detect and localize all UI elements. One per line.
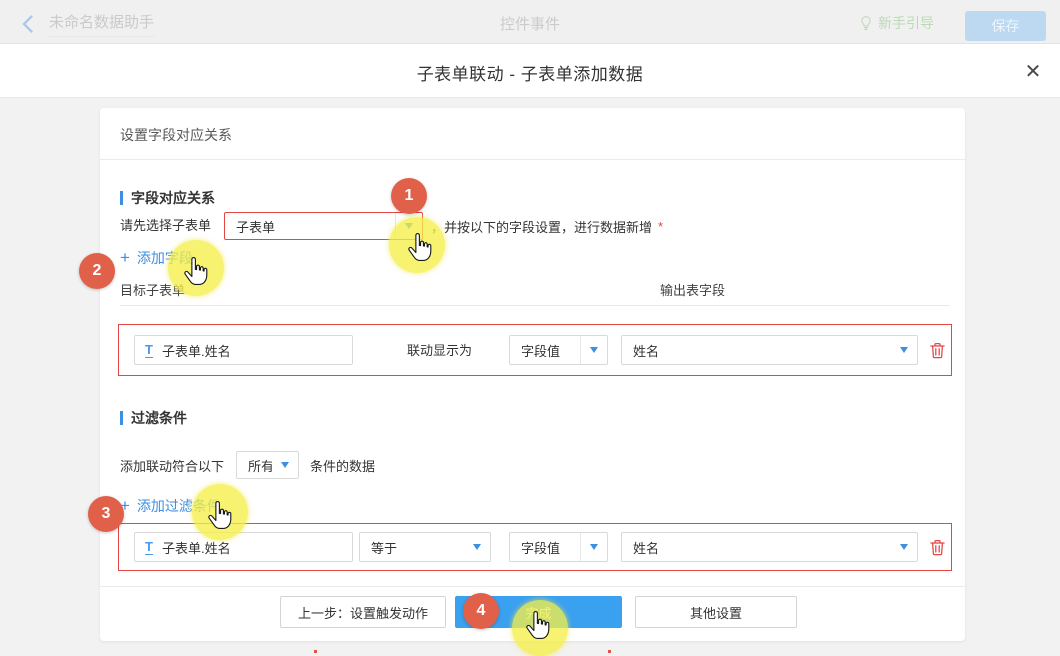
chevron-down-icon bbox=[900, 544, 908, 550]
filter-condition-row: T 子表单.姓名 等于 字段值 姓名 bbox=[118, 523, 952, 571]
chevron-down-icon bbox=[473, 544, 481, 550]
section-filter-conditions: 过滤条件 bbox=[120, 408, 187, 428]
chevron-down-icon bbox=[590, 544, 598, 550]
select-divider bbox=[580, 533, 581, 561]
subform-select[interactable]: 子表单 bbox=[224, 212, 423, 240]
filter-field-value: 子表单.姓名 bbox=[162, 538, 231, 557]
other-settings-button[interactable]: 其他设置 bbox=[635, 596, 797, 628]
guide-link[interactable]: 新手引导 bbox=[859, 13, 934, 33]
subform-select-label: 请先选择子表单 bbox=[120, 212, 211, 240]
screen: 未命名数据助手 控件事件 新手引导 保存 子表单联动 - 子表单添加数据 ✕ 设… bbox=[0, 0, 1060, 656]
previous-step-button[interactable]: 上一步：设置触发动作 bbox=[280, 596, 446, 628]
section-title-label: 字段对应关系 bbox=[131, 188, 215, 208]
modal-header: 子表单联动 - 子表单添加数据 ✕ bbox=[0, 44, 1060, 98]
target-field-input[interactable]: T 子表单.姓名 bbox=[134, 335, 353, 365]
section-title-label: 过滤条件 bbox=[131, 408, 187, 428]
column-target-subform: 目标子表单 bbox=[120, 280, 185, 299]
guide-label: 新手引导 bbox=[878, 13, 934, 33]
modal-close-button[interactable]: ✕ bbox=[1018, 57, 1048, 87]
lightbulb-icon bbox=[859, 15, 873, 32]
target-field-value: 子表单.姓名 bbox=[162, 341, 231, 360]
text-field-type-icon: T bbox=[145, 540, 153, 555]
filter-value-type-value: 字段值 bbox=[510, 538, 580, 557]
operator-value: 等于 bbox=[360, 538, 464, 557]
chevron-down-icon bbox=[900, 347, 908, 353]
card-header-label: 设置字段对应关系 bbox=[120, 127, 232, 143]
value-type-select[interactable]: 字段值 bbox=[509, 335, 608, 365]
subform-select-row: 请先选择子表单 子表单 ，并按以下的字段设置，进行数据新增 * bbox=[120, 212, 663, 240]
field-mapping-row: T 子表单.姓名 联动显示为 字段值 姓名 bbox=[118, 324, 952, 376]
close-icon: ✕ bbox=[1025, 61, 1042, 83]
output-field-value: 姓名 bbox=[622, 341, 891, 360]
done-button[interactable]: 完成 bbox=[455, 596, 622, 628]
match-mode-row: 添加联动符合以下 所有 条件的数据 bbox=[120, 451, 375, 479]
modal-body: 设置字段对应关系 字段对应关系 请先选择子表单 子表单 ，并按以下的字段设置，进… bbox=[0, 98, 1060, 656]
text-field-type-icon: T bbox=[145, 343, 153, 358]
operator-select[interactable]: 等于 bbox=[359, 532, 491, 562]
match-mode-select[interactable]: 所有 bbox=[236, 451, 299, 479]
footer-divider bbox=[100, 586, 965, 587]
plus-icon: + bbox=[120, 251, 130, 265]
filter-field-input[interactable]: T 子表单.姓名 bbox=[134, 532, 353, 562]
trash-icon bbox=[929, 342, 946, 359]
required-asterisk: * bbox=[658, 219, 663, 234]
chevron-down-icon bbox=[405, 223, 413, 229]
add-field-link[interactable]: + 添加字段 bbox=[120, 248, 193, 268]
chevron-down-icon bbox=[281, 462, 289, 468]
match-mode-value: 所有 bbox=[237, 456, 272, 475]
section-marker bbox=[120, 191, 123, 205]
plus-icon: + bbox=[120, 499, 130, 513]
filter-output-field-select[interactable]: 姓名 bbox=[621, 532, 918, 562]
columns-divider bbox=[120, 305, 950, 306]
section-field-mapping: 字段对应关系 bbox=[120, 188, 215, 208]
match-suffix-label: 条件的数据 bbox=[310, 456, 375, 475]
save-button[interactable]: 保存 bbox=[965, 11, 1046, 41]
subform-hint-text: ，并按以下的字段设置，进行数据新增 bbox=[431, 217, 652, 236]
add-filter-link[interactable]: + 添加过滤条件 bbox=[120, 496, 221, 516]
add-field-label: 添加字段 bbox=[137, 248, 193, 268]
section-marker bbox=[120, 411, 123, 425]
partial-red-mark bbox=[608, 650, 611, 653]
settings-card: 设置字段对应关系 字段对应关系 请先选择子表单 子表单 ，并按以下的字段设置，进… bbox=[100, 108, 965, 641]
select-divider bbox=[395, 213, 396, 239]
add-filter-label: 添加过滤条件 bbox=[137, 496, 221, 516]
select-divider bbox=[580, 336, 581, 364]
filter-value-type-select[interactable]: 字段值 bbox=[509, 532, 608, 562]
linkage-display-label: 联动显示为 bbox=[407, 325, 472, 377]
output-field-select[interactable]: 姓名 bbox=[621, 335, 918, 365]
partial-red-mark bbox=[314, 650, 317, 653]
column-output-field: 输出表字段 bbox=[660, 280, 725, 299]
chevron-down-icon bbox=[590, 347, 598, 353]
card-header: 设置字段对应关系 bbox=[100, 108, 965, 160]
top-bar: 未命名数据助手 控件事件 新手引导 保存 bbox=[0, 0, 1060, 44]
subform-select-value: 子表单 bbox=[225, 217, 395, 236]
match-prefix-label: 添加联动符合以下 bbox=[120, 456, 224, 475]
filter-output-field-value: 姓名 bbox=[622, 538, 891, 557]
delete-row-button[interactable] bbox=[929, 342, 946, 362]
delete-row-button[interactable] bbox=[929, 539, 946, 559]
modal-title: 子表单联动 - 子表单添加数据 bbox=[0, 60, 1060, 85]
value-type-value: 字段值 bbox=[510, 341, 580, 360]
trash-icon bbox=[929, 539, 946, 556]
